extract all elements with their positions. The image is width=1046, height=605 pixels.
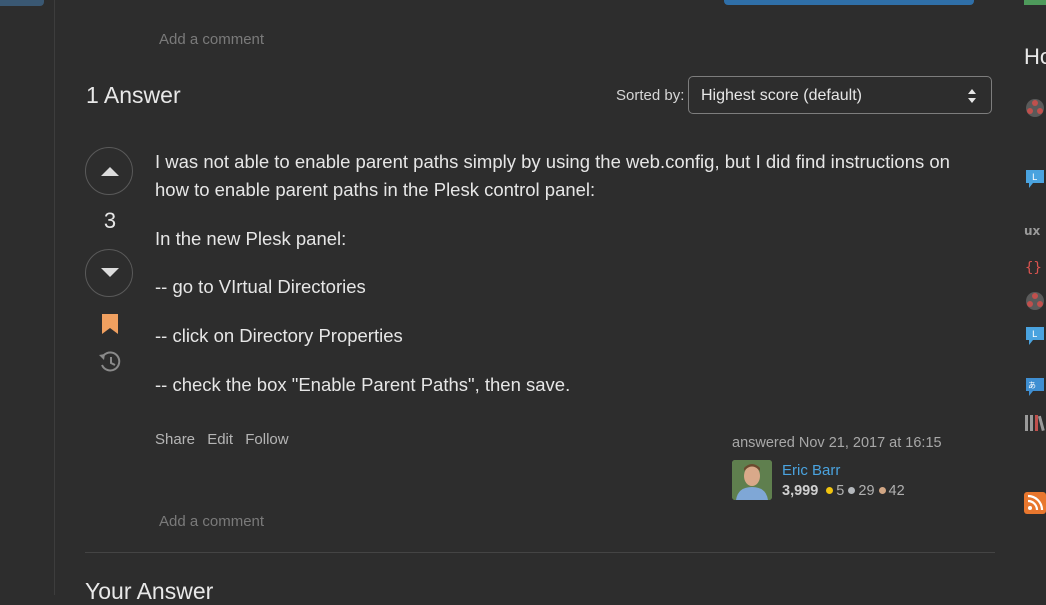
answer-user-card: answered Nov 21, 2017 at 16:15 Eric Barr… [732, 435, 992, 500]
user-stats: 3,999 5 29 42 [782, 483, 905, 499]
sorted-by-label: Sorted by: [616, 87, 685, 104]
bronze-badge-count: 42 [888, 483, 905, 499]
answers-count-heading: 1 Answer [86, 82, 181, 108]
silver-badge-count: 29 [858, 483, 875, 499]
left-nav-rail [0, 0, 55, 595]
arrow-down-icon [101, 268, 119, 277]
svg-text:L: L [1032, 330, 1037, 340]
select-arrows-icon [968, 89, 976, 103]
left-nav-tab[interactable] [0, 0, 44, 6]
chat-bubble-icon[interactable]: L [1024, 325, 1046, 347]
share-link[interactable]: Share [155, 431, 195, 448]
bronze-badge-icon [878, 487, 886, 494]
edit-link[interactable]: Edit [207, 431, 233, 448]
history-icon[interactable] [97, 350, 123, 374]
network-icon[interactable] [1024, 290, 1046, 312]
svg-text:ux: ux [1024, 224, 1041, 238]
answer-post-menu: Share Edit Follow [155, 431, 297, 448]
answer-paragraph: -- click on Directory Properties [155, 325, 403, 346]
svg-text:L: L [1032, 173, 1037, 183]
gold-badge-count: 5 [836, 483, 845, 499]
answer-paragraph: I was not able to enable parent paths si… [155, 151, 950, 172]
top-action-button-edge[interactable] [724, 0, 974, 5]
user-name-link[interactable]: Eric Barr [782, 462, 840, 479]
sidebar-heading: Ho [1024, 44, 1046, 69]
books-icon[interactable] [1024, 412, 1046, 434]
rss-icon[interactable] [1024, 492, 1046, 514]
sort-select[interactable]: Highest score (default) [688, 76, 992, 114]
gold-badge-icon [826, 487, 834, 494]
silver-badge-icon [848, 487, 856, 494]
arrow-up-icon [101, 167, 119, 176]
network-icon[interactable] [1024, 97, 1046, 119]
answer-paragraph: In the new Plesk panel: [155, 228, 347, 249]
ux-icon[interactable]: ux [1024, 220, 1046, 242]
answer-add-comment-link[interactable]: Add a comment [159, 513, 264, 530]
sidebar-top-edge [1024, 0, 1046, 5]
user-avatar-icon [732, 460, 772, 500]
vote-count: 3 [103, 208, 117, 233]
answer-paragraph: -- check the box "Enable Parent Paths", … [155, 374, 571, 395]
answer-paragraph: -- go to VIrtual Directories [155, 276, 366, 297]
question-add-comment-link[interactable]: Add a comment [159, 31, 264, 48]
follow-link[interactable]: Follow [245, 431, 288, 448]
divider [85, 552, 995, 553]
svg-text:あ: あ [1028, 381, 1036, 390]
svg-text:{}: {} [1025, 260, 1042, 276]
upvote-button[interactable] [85, 147, 133, 195]
reputation-score: 3,999 [782, 483, 819, 499]
answered-timestamp: answered Nov 21, 2017 at 16:15 [732, 435, 942, 451]
downvote-button[interactable] [85, 249, 133, 297]
braces-icon[interactable]: {} [1024, 256, 1046, 278]
language-icon[interactable]: あ [1024, 376, 1046, 398]
avatar[interactable] [732, 460, 772, 500]
chat-bubble-icon[interactable]: L [1024, 168, 1046, 190]
your-answer-heading: Your Answer [85, 578, 214, 604]
sort-selected-value: Highest score (default) [701, 87, 862, 104]
bookmark-icon[interactable] [101, 313, 119, 335]
answer-paragraph: how to enable parent paths in the Plesk … [155, 179, 596, 200]
